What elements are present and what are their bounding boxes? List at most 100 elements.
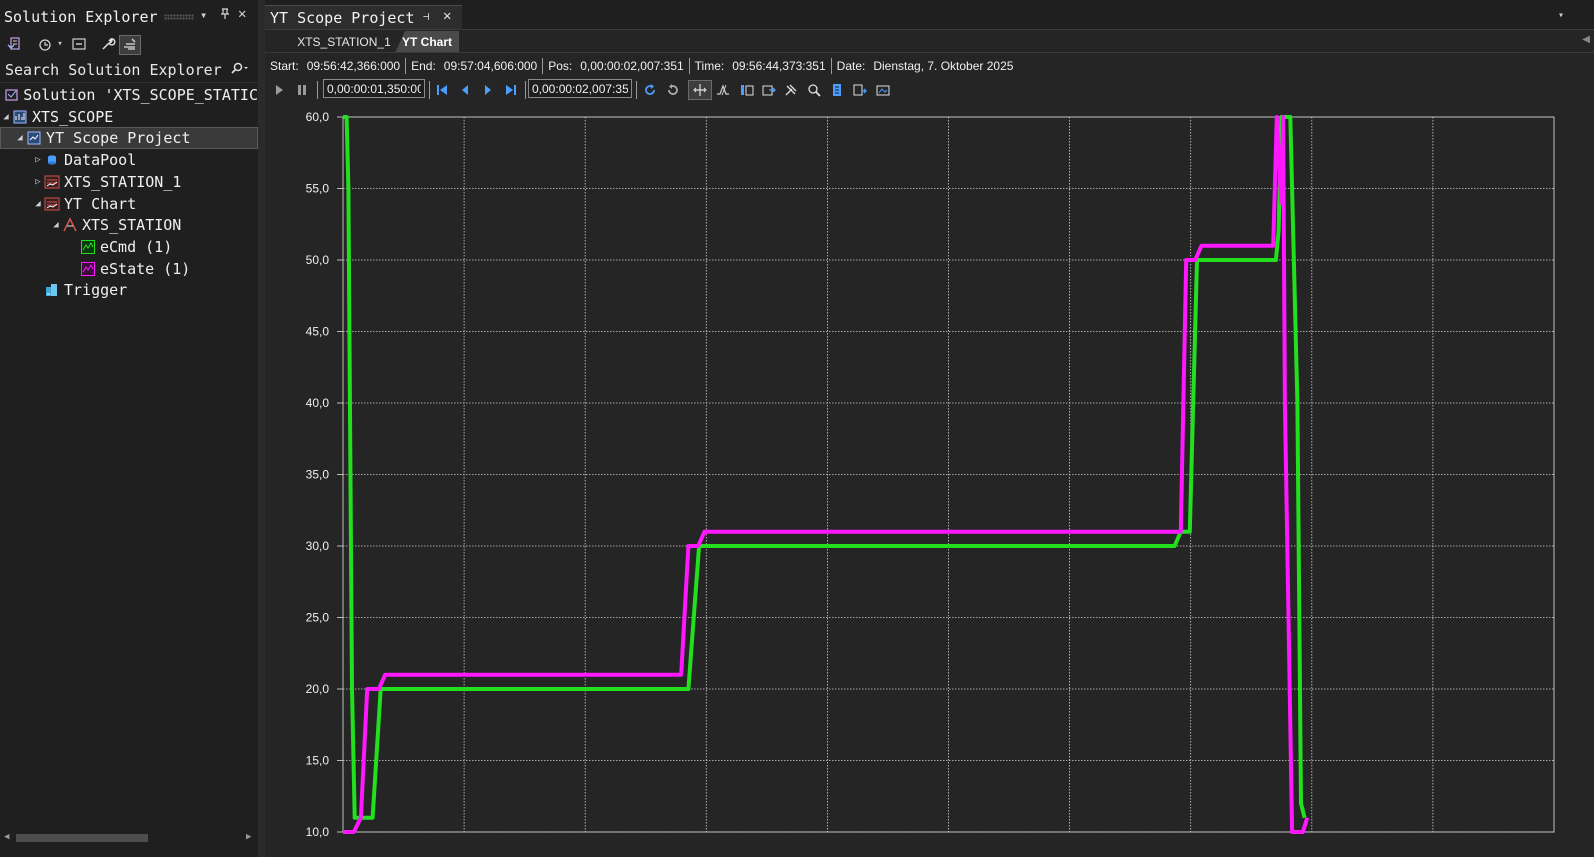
toolbar-separator <box>636 81 637 99</box>
pause-icon[interactable] <box>292 80 312 100</box>
preview-selected-icon[interactable] <box>119 35 141 55</box>
info-bar: Start: 09:56:42,366:000 End: 09:57:04,606:… <box>265 52 1594 78</box>
go-to-end-icon[interactable] <box>501 80 521 100</box>
channel-green-icon <box>80 239 96 255</box>
time-info: Time: 09:56:44,373:351 <box>690 57 832 74</box>
search-input[interactable]: Search Solution Explorer <box>0 61 222 79</box>
fit-icon[interactable] <box>827 80 847 100</box>
play-icon[interactable] <box>269 80 289 100</box>
tab-xts-station-1[interactable]: XTS_STATION_1 <box>285 31 403 53</box>
tab-yt-chart[interactable]: YT Chart <box>395 31 459 53</box>
y-tick-label: 45,0 <box>306 325 330 339</box>
tree-node-label: YT Scope Project <box>46 129 191 148</box>
scope-control-bar <box>265 78 1594 102</box>
expanded-arrow-icon[interactable]: ◢ <box>14 133 26 143</box>
tree-node[interactable]: ◢ XTS_STATION <box>0 214 258 236</box>
channel-add-icon[interactable] <box>737 80 757 100</box>
scroll-left-icon[interactable]: ◀ <box>4 832 9 842</box>
date-info: Date: Dienstag, 7. Oktober 2025 <box>832 58 1019 74</box>
solution-explorer-title: Solution Explorer <box>4 7 158 26</box>
tree-node-label: XTS_STATION <box>82 216 182 235</box>
refresh-icon[interactable] <box>640 80 660 100</box>
y-tick-label: 35,0 <box>306 468 330 482</box>
start-value: 09:56:42,366:000 <box>306 58 401 73</box>
y-axis-ticks: 60,0 55,0 50,0 45,0 40,0 35,0 30,0 25,0 20,0 15,0… <box>306 110 343 839</box>
timespan-field[interactable] <box>323 79 425 98</box>
datapool-icon <box>44 152 60 168</box>
step-forward-icon[interactable] <box>478 80 498 100</box>
tree-node[interactable]: eState (1) <box>0 258 258 280</box>
chart-grid <box>342 116 1555 833</box>
chart-canvas: 60,0 55,0 50,0 45,0 40,0 35,0 30,0 25,0 20,0 15,0… <box>306 110 1555 839</box>
solution-explorer-search[interactable]: Search Solution Explorer <box>0 58 258 83</box>
collapsed-arrow-icon[interactable]: ▷ <box>32 155 44 165</box>
solution-explorer-toolbar: ▾ <box>0 33 258 57</box>
y-tick-label: 50,0 <box>306 253 330 267</box>
close-icon[interactable]: ✕ <box>238 6 246 22</box>
horizontal-scrollbar[interactable]: ◀ ▶ <box>0 831 258 845</box>
cursor-mode-icon[interactable] <box>688 80 712 100</box>
chevron-down-icon[interactable]: ▾ <box>54 35 66 53</box>
tools-icon[interactable] <box>781 80 801 100</box>
search-icon[interactable] <box>229 62 249 80</box>
y-tick-label: 10,0 <box>306 825 330 839</box>
tree-node[interactable]: ◢ YT Scope Project <box>0 127 258 150</box>
expanded-arrow-icon[interactable]: ◢ <box>50 220 62 230</box>
expanded-arrow-icon[interactable]: ◢ <box>32 199 44 209</box>
view-tabs: XTS_STATION_1 YT Chart ◀ <box>265 31 1594 53</box>
export-icon[interactable] <box>759 80 779 100</box>
pin-icon[interactable] <box>219 8 231 23</box>
pending-changes-icon[interactable] <box>36 35 54 53</box>
tree-node-label: Trigger <box>64 281 128 300</box>
drag-grip[interactable] <box>163 13 194 20</box>
y-tick-label: 30,0 <box>306 539 330 553</box>
start-info: Start: 09:56:42,366:000 <box>265 57 407 74</box>
y-tick-label: 40,0 <box>306 396 330 410</box>
tree-node-label: XTS_STATION_1 <box>64 172 182 191</box>
solution-icon <box>5 87 19 103</box>
scroll-right-icon[interactable]: ▶ <box>246 832 251 842</box>
tree-node[interactable]: ◢ XTS_SCOPE <box>0 106 258 128</box>
collapse-all-icon[interactable] <box>70 35 88 53</box>
tree-node[interactable]: ▷ XTS_STATION_1 <box>0 171 258 193</box>
tree-node[interactable]: eCmd (1) <box>0 236 258 258</box>
window-position-dropdown-icon[interactable]: ▾ <box>200 8 207 22</box>
toolbar-separator <box>525 81 526 99</box>
time-value: 09:56:44,373:351 <box>732 58 826 73</box>
zoom-icon[interactable] <box>804 80 824 100</box>
y-tick-label: 20,0 <box>306 682 330 696</box>
pin-tab-icon[interactable]: ⊣ <box>423 10 430 23</box>
screenshot-icon[interactable] <box>873 80 893 100</box>
reset-icon[interactable] <box>663 80 683 100</box>
save-icon[interactable] <box>850 80 870 100</box>
go-to-start-icon[interactable] <box>432 80 452 100</box>
tree-node[interactable]: ◢ YT Chart <box>0 193 258 215</box>
chart-icon <box>44 174 60 190</box>
y-tick-label: 60,0 <box>306 110 330 124</box>
yt-chart[interactable]: 60,0 55,0 50,0 45,0 40,0 35,0 30,0 25,0 20,0 15,0… <box>265 100 1594 857</box>
y-tick-label: 25,0 <box>306 611 330 625</box>
switch-views-icon[interactable] <box>5 35 23 53</box>
document-list-dropdown-icon[interactable]: ▾ <box>1558 10 1564 21</box>
collapse-arrow-icon[interactable]: ◀ <box>1582 34 1590 45</box>
panel-splitter[interactable] <box>258 0 265 857</box>
tree-node[interactable]: ▷ DataPool <box>0 149 258 171</box>
solution-explorer-panel: Solution Explorer ▾ ✕ ▾ Search Solution … <box>0 0 258 857</box>
close-tab-icon[interactable]: ✕ <box>443 8 451 24</box>
trigger-mode-icon[interactable] <box>713 80 733 100</box>
tree-node[interactable]: Trigger <box>0 279 258 301</box>
tree-node[interactable]: Solution 'XTS_SCOPE_STATIC <box>0 84 258 106</box>
series-line-ecmd[interactable] <box>343 115 1307 820</box>
properties-wrench-icon[interactable] <box>99 35 117 53</box>
expanded-arrow-icon[interactable]: ◢ <box>0 112 12 122</box>
scope-project-icon <box>12 109 28 125</box>
toolbar-separator <box>429 81 430 99</box>
tree-node-label: eCmd (1) <box>100 237 173 256</box>
tree-node-label: DataPool <box>64 151 137 170</box>
scrollbar-thumb[interactable] <box>16 834 148 842</box>
position-field[interactable] <box>528 79 632 98</box>
collapsed-arrow-icon[interactable]: ▷ <box>32 177 44 187</box>
yt-scope-project-icon <box>26 130 42 146</box>
step-back-icon[interactable] <box>455 80 475 100</box>
document-tab[interactable]: YT Scope Project ⊣ ✕ <box>265 5 462 30</box>
